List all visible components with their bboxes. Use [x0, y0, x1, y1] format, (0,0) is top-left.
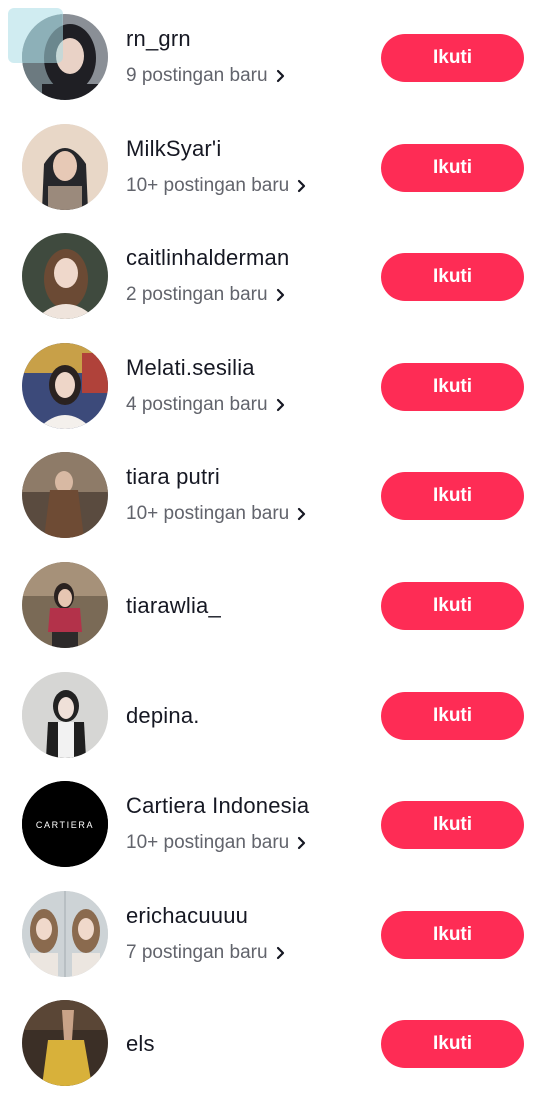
avatar[interactable] [22, 562, 108, 648]
new-posts-link[interactable]: 10+ postingan baru [126, 832, 309, 854]
cartiera-logo: CARTIERA [22, 781, 108, 868]
new-posts-count: 10+ postingan baru [126, 503, 290, 525]
avatar-image [22, 233, 108, 320]
follow-button[interactable]: Ikuti [381, 691, 524, 740]
new-posts-link[interactable]: 10+ postingan baru [126, 503, 309, 525]
avatar-image [22, 342, 108, 429]
avatar[interactable] [22, 890, 108, 977]
list-item[interactable]: Melati.sesilia 4 postingan baru Ikuti [0, 329, 546, 439]
new-posts-count: 10+ postingan baru [126, 832, 290, 854]
chevron-right-icon [276, 946, 284, 959]
list-item[interactable]: erichacuuuu 7 postingan baru Ikuti [0, 877, 546, 987]
account-name[interactable]: erichacuuuu [126, 903, 248, 929]
account-name[interactable]: els [126, 1031, 155, 1057]
new-posts-link[interactable]: 2 postingan baru [126, 284, 288, 306]
new-posts-count: 2 postingan baru [126, 284, 268, 306]
list-item[interactable]: tiarawlia_ Ikuti [0, 548, 546, 658]
avatar-image [22, 890, 108, 977]
avatar-image [22, 123, 108, 210]
follow-button[interactable]: Ikuti [381, 362, 524, 411]
avatar[interactable] [22, 233, 108, 320]
avatar[interactable] [22, 452, 108, 539]
new-posts-count: 10+ postingan baru [126, 174, 290, 196]
list-item[interactable]: caitlinhalderman 2 postingan baru Ikuti [0, 219, 546, 329]
list-item[interactable]: rn_grn 9 postingan baru Ikuti [0, 0, 546, 110]
avatar[interactable] [22, 123, 108, 210]
new-posts-count: 7 postingan baru [126, 941, 268, 963]
new-posts-count: 9 postingan baru [126, 65, 268, 86]
follow-button[interactable]: Ikuti [381, 34, 524, 82]
list-item[interactable]: depina. Ikuti [0, 658, 546, 768]
follow-button[interactable]: Ikuti [381, 472, 524, 521]
account-name[interactable]: MilkSyar'i [126, 136, 221, 162]
new-posts-link[interactable]: 9 postingan baru [126, 65, 288, 87]
avatar[interactable] [22, 671, 108, 758]
account-name[interactable]: caitlinhalderman [126, 245, 289, 271]
avatar[interactable] [22, 1000, 108, 1087]
follow-button[interactable]: Ikuti [381, 1020, 524, 1069]
chevron-right-icon [276, 289, 284, 302]
list-item[interactable]: CARTIERA Cartiera Indonesia 10+ postinga… [0, 767, 546, 877]
avatar-image [22, 562, 108, 648]
avatar[interactable] [22, 342, 108, 429]
list-item[interactable]: MilkSyar'i 10+ postingan baru Ikuti [0, 110, 546, 220]
follow-button[interactable]: Ikuti [381, 143, 524, 192]
account-name[interactable]: tiarawlia_ [126, 593, 221, 619]
account-name[interactable]: depina. [126, 703, 200, 729]
follow-button[interactable]: Ikuti [381, 801, 524, 850]
screen-overlay-thumbnail [8, 8, 63, 63]
suggested-accounts-list: rn_grn 9 postingan baru Ikuti MilkSyar'i… [0, 0, 546, 1087]
account-name[interactable]: Melati.sesilia [126, 355, 255, 381]
new-posts-link[interactable]: 10+ postingan baru [126, 175, 309, 197]
chevron-right-icon [276, 398, 284, 411]
follow-button[interactable]: Ikuti [381, 910, 524, 959]
list-item[interactable]: tiara putri 10+ postingan baru Ikuti [0, 438, 546, 548]
follow-button[interactable]: Ikuti [381, 582, 524, 630]
chevron-right-icon [298, 179, 306, 192]
chevron-right-icon [276, 69, 284, 83]
logo-text: CARTIERA [36, 820, 94, 830]
chevron-right-icon [298, 508, 306, 521]
account-name[interactable]: tiara putri [126, 464, 220, 490]
avatar-image [22, 1000, 108, 1087]
account-name[interactable]: rn_grn [126, 26, 191, 52]
avatar[interactable]: CARTIERA [22, 781, 108, 868]
new-posts-count: 4 postingan baru [126, 393, 268, 415]
follow-button[interactable]: Ikuti [381, 253, 524, 302]
account-name[interactable]: Cartiera Indonesia [126, 793, 309, 819]
chevron-right-icon [298, 837, 306, 850]
avatar-image [22, 671, 108, 758]
avatar-image [22, 452, 108, 539]
new-posts-link[interactable]: 4 postingan baru [126, 394, 288, 416]
new-posts-link[interactable]: 7 postingan baru [126, 942, 288, 964]
